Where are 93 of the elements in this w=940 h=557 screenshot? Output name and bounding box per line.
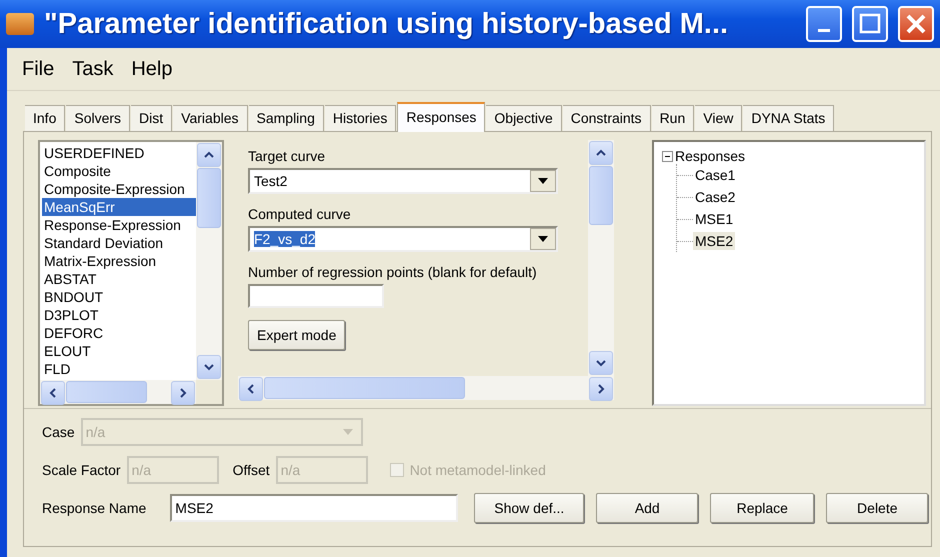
scroll-arrow-button[interactable] (589, 141, 613, 165)
tree-item[interactable]: Responses (675, 148, 746, 164)
close-icon (905, 13, 927, 35)
list-item[interactable]: Standard Deviation (42, 234, 196, 252)
chevron-up-icon (596, 148, 606, 158)
dropdown[interactable]: Test2 (248, 168, 558, 194)
close-button[interactable] (898, 6, 934, 42)
scrollbar-thumb[interactable] (264, 377, 465, 399)
tab[interactable]: Responses (397, 102, 486, 132)
chevron-up-icon (204, 150, 214, 160)
window-title: "Parameter identification using history-based M... (44, 8, 730, 40)
dropdown-button[interactable] (530, 228, 556, 250)
field-label: Offset (232, 462, 270, 478)
horizontal-scrollbar[interactable] (40, 380, 196, 404)
scroll-arrow-button[interactable] (589, 351, 613, 375)
dropdown-arrow-icon (342, 429, 353, 435)
dropdown-value: Test2 (253, 173, 288, 189)
scroll-arrow-button[interactable] (197, 143, 221, 167)
dropdown-button[interactable] (530, 170, 556, 192)
tab[interactable]: Histories (324, 105, 396, 131)
scrollbar-thumb[interactable] (589, 166, 613, 225)
list-item[interactable]: ABSTAT (42, 270, 196, 288)
maximize-icon (859, 13, 881, 35)
menu-item[interactable]: File (13, 58, 64, 80)
scroll-arrow-button[interactable] (171, 381, 195, 405)
chevron-left-icon (48, 388, 58, 398)
chevron-right-icon (596, 384, 606, 394)
tab[interactable]: Run (652, 105, 694, 131)
tab[interactable]: DYNA Stats (743, 105, 834, 131)
dropdown-value: F2_vs_d2 (253, 231, 316, 247)
list-item[interactable]: Response-Expression (42, 216, 196, 234)
minimize-icon (818, 28, 830, 32)
chevron-left-icon (246, 384, 256, 394)
tab[interactable]: Variables (173, 105, 248, 131)
checkbox-label: Not metamodel-linked (410, 462, 546, 478)
vertical-scrollbar[interactable] (196, 142, 222, 380)
action-button[interactable]: Show def... (474, 493, 584, 523)
tree-item[interactable]: Case2 (693, 188, 738, 206)
chevron-down-icon (596, 358, 606, 368)
horizontal-scrollbar[interactable] (238, 376, 614, 400)
list-item[interactable]: MeanSqErr (42, 198, 196, 216)
menu-item[interactable]: Task (63, 58, 122, 80)
tree-item[interactable]: Case1 (693, 166, 738, 184)
scrollbar-corner (196, 380, 222, 404)
tab[interactable]: Constraints (562, 105, 651, 131)
list-box[interactable]: USERDEFINED Composite Composite-Expression MeanSqErr Response-Expression Standard Deviation Matrix-Expression ABSTAT BNDOUT D3PLOT DEFORC ELOUT FLD (38, 140, 224, 406)
dropdown-arrow-icon (538, 236, 548, 242)
field-label: Number of regression points (blank for default) (248, 264, 538, 280)
collapse-icon[interactable] (662, 150, 673, 162)
vertical-scrollbar[interactable] (588, 140, 614, 376)
menu-item[interactable]: Help (122, 58, 182, 80)
tab[interactable]: Sampling (248, 105, 324, 131)
input-field[interactable]: MSE2 (170, 494, 458, 522)
tab[interactable]: Info (25, 105, 66, 131)
expert-mode-button[interactable]: Expert mode (248, 320, 346, 350)
dropdown[interactable]: F2_vs_d2 (248, 226, 558, 252)
list-item[interactable]: Composite (42, 162, 196, 180)
scroll-arrow-button[interactable] (589, 377, 613, 401)
list-item[interactable]: ELOUT (42, 342, 196, 360)
tree-item[interactable]: MSE2 (693, 232, 736, 250)
field-label: Target curve (248, 148, 326, 164)
tab[interactable]: View (695, 105, 742, 131)
action-button[interactable]: Add (596, 493, 698, 523)
list-item[interactable]: Matrix-Expression (42, 252, 196, 270)
action-button[interactable]: Delete (826, 493, 928, 523)
tab[interactable]: Dist (131, 105, 172, 131)
dropdown-arrow-icon (538, 178, 548, 184)
tree-view[interactable]: Responses Case1 Case2 MSE1 MSE2 (652, 140, 926, 406)
app-logo-icon (6, 13, 34, 35)
field-label: Computed curve (248, 206, 352, 222)
scroll-arrow-button[interactable] (41, 381, 65, 405)
field-label: Scale Factor (42, 462, 121, 478)
chevron-down-icon (204, 362, 214, 372)
tree-item[interactable]: MSE1 (693, 210, 736, 228)
input-field[interactable] (248, 284, 384, 308)
list-item[interactable]: BNDOUT (42, 288, 196, 306)
scroll-arrow-button[interactable] (197, 355, 221, 379)
action-button[interactable]: Replace (710, 493, 814, 523)
list-item[interactable]: D3PLOT (42, 306, 196, 324)
maximize-button[interactable] (852, 6, 888, 42)
chevron-right-icon (178, 388, 188, 398)
field-label: Case (42, 424, 75, 440)
field-label: Response Name (42, 500, 146, 516)
tab[interactable]: Solvers (66, 105, 130, 131)
scrollbar-thumb[interactable] (197, 168, 221, 228)
scrollbar-thumb[interactable] (66, 381, 148, 403)
tab[interactable]: Objective (486, 105, 562, 131)
list-item[interactable]: Composite-Expression (42, 180, 196, 198)
list-item[interactable]: USERDEFINED (42, 144, 196, 162)
minimize-button[interactable] (806, 6, 842, 42)
list-item[interactable]: DEFORC (42, 324, 196, 342)
list-item[interactable]: FLD (42, 360, 196, 378)
scroll-arrow-button[interactable] (239, 377, 263, 401)
